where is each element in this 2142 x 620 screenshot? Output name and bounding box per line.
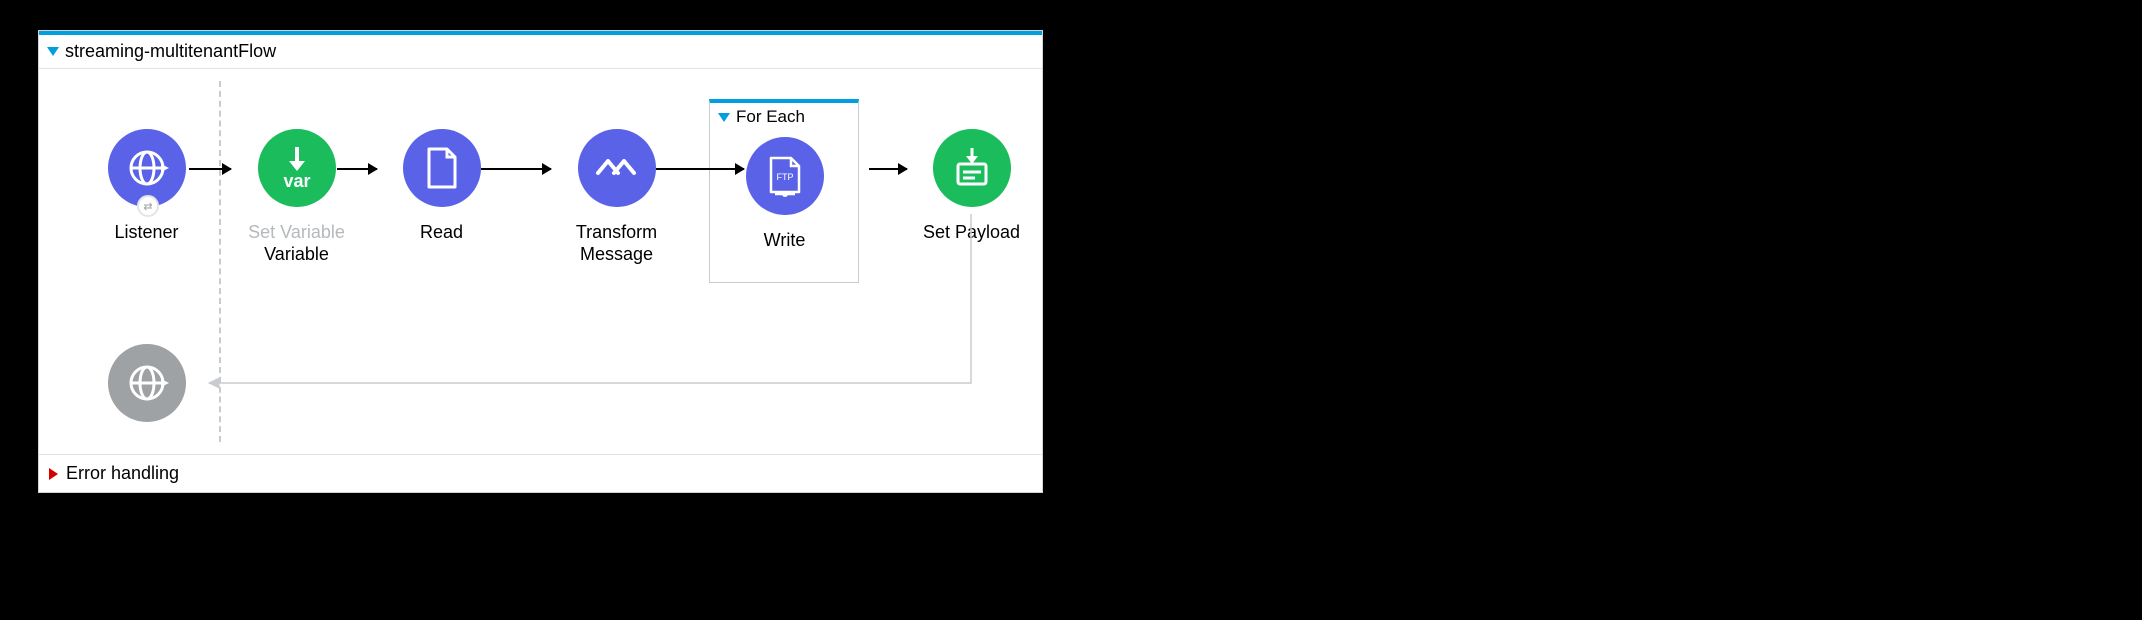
flow-body: ⇄ Listener var Set Variable Variable xyxy=(39,69,1042,454)
flow-panel: streaming-multitenantFlow ⇄ Listener xyxy=(38,30,1043,493)
return-connector xyxy=(39,69,1039,449)
collapse-icon[interactable] xyxy=(47,47,59,56)
expand-icon[interactable] xyxy=(49,468,58,480)
error-handling-label: Error handling xyxy=(66,463,179,484)
error-handling-section[interactable]: Error handling xyxy=(39,454,1042,492)
stage: streaming-multitenantFlow ⇄ Listener xyxy=(0,0,2142,620)
flow-header[interactable]: streaming-multitenantFlow xyxy=(39,31,1042,69)
flow-title: streaming-multitenantFlow xyxy=(65,41,276,62)
